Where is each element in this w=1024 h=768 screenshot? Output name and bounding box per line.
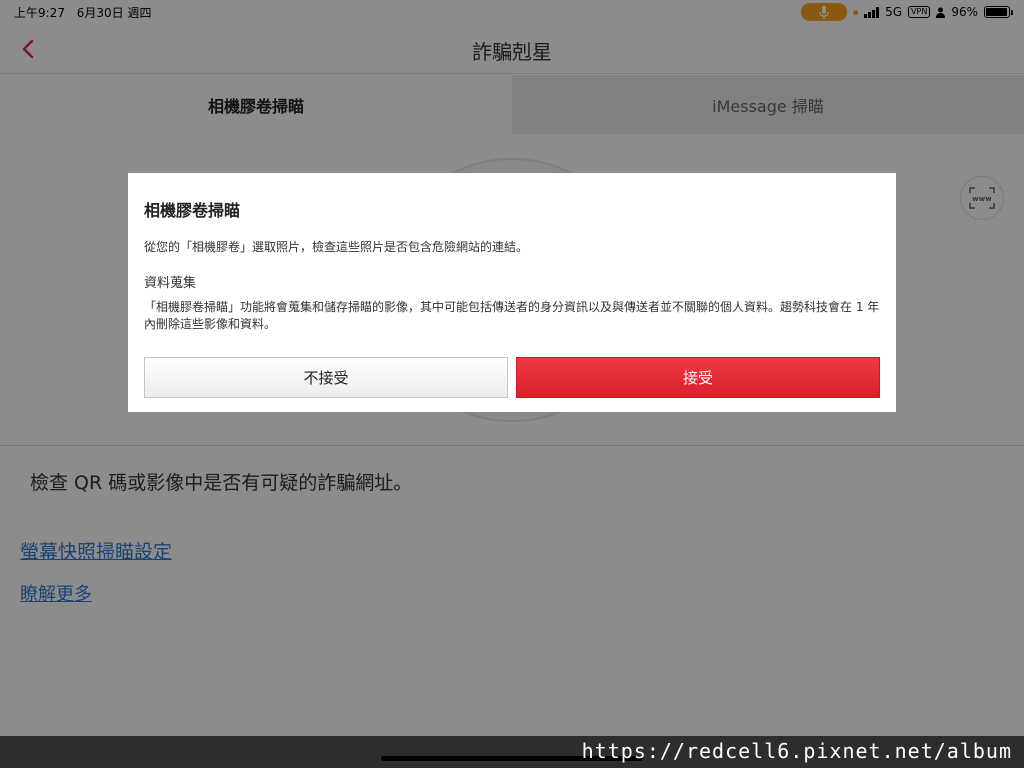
dialog-description: 從您的「相機膠卷」選取照片，檢查這些照片是否包含危險網站的連結。 (144, 240, 529, 254)
watermark-url: https://redcell6.pixnet.net/album (581, 739, 1012, 763)
bottom-bar: https://redcell6.pixnet.net/album (0, 736, 1024, 768)
dialog-data-collection-text: 「相機膠卷掃瞄」功能將會蒐集和儲存掃瞄的影像，其中可能包括傳送者的身分資訊以及與… (144, 300, 880, 331)
dialog-title: 相機膠卷掃瞄 (144, 201, 241, 220)
accept-button[interactable]: 接受 (516, 357, 880, 398)
consent-dialog: 相機膠卷掃瞄 從您的「相機膠卷」選取照片，檢查這些照片是否包含危險網站的連結。 … (128, 173, 896, 412)
dialog-subheading: 資料蒐集 (144, 276, 197, 291)
decline-button[interactable]: 不接受 (144, 357, 508, 398)
dialog-buttons: 不接受 接受 (144, 357, 880, 398)
